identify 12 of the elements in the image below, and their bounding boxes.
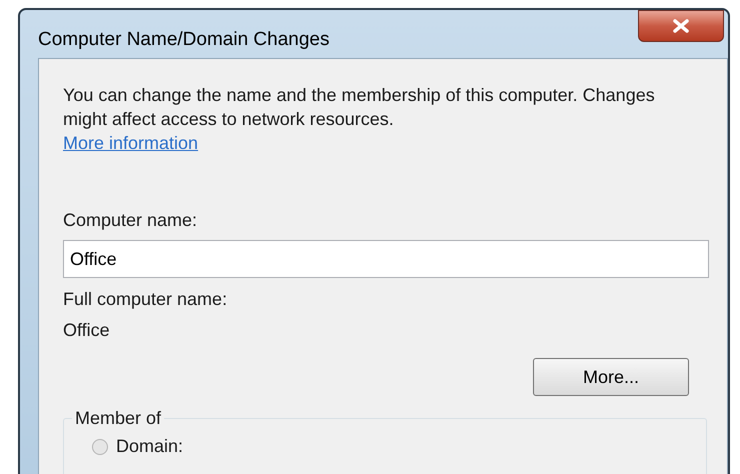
close-icon [672,19,690,33]
radio-button[interactable] [92,438,108,454]
more-button[interactable]: More... [533,358,689,396]
window-title: Computer Name/Domain Changes [38,28,330,52]
field-label: Computer name: [63,209,198,232]
full-computer-name-value: Office [63,319,111,342]
more-information-link[interactable]: More information [63,131,198,155]
close-button[interactable] [638,10,724,42]
description-text: You can change the name and the membership of this computer. Changes might affect access to network resources. [63,84,656,131]
computer-name-field[interactable]: Office [63,240,709,278]
radio-label: Domain: [116,435,184,458]
field-label: Full computer name: [63,288,228,311]
